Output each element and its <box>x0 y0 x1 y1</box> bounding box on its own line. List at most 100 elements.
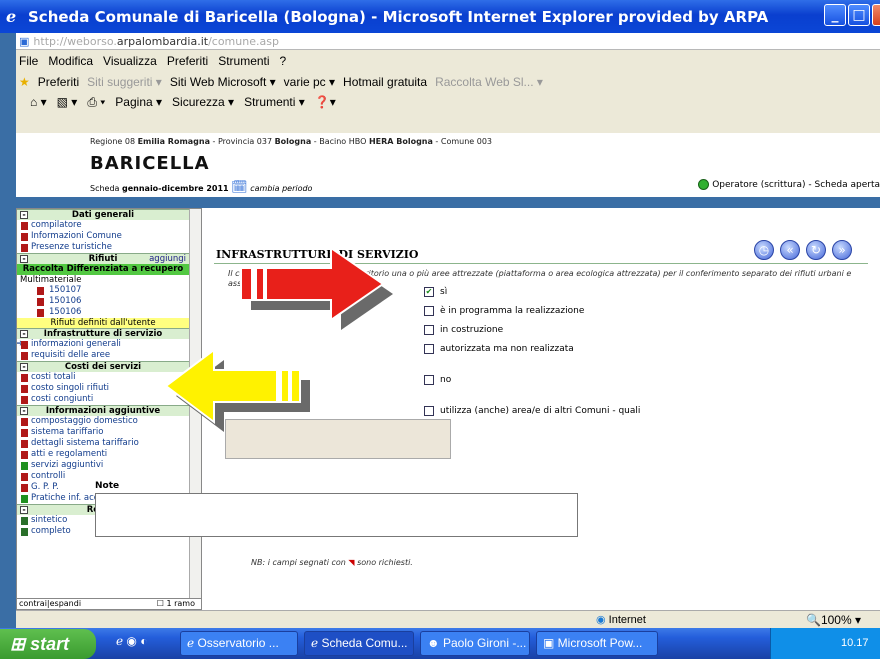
collapse-icon[interactable]: - <box>20 363 28 371</box>
breadcrumb-region: Emilia Romagna <box>137 137 210 146</box>
task-paolo-gironi[interactable]: ☻ Paolo Gironi -... <box>420 631 530 656</box>
security-menu[interactable]: Sicurezza ▾ <box>172 95 234 109</box>
internet-zone: ◉ Internet <box>596 613 646 626</box>
status-red-icon <box>37 309 44 317</box>
maximize-button[interactable]: □ <box>848 4 870 26</box>
sidebar-user-defined[interactable]: Rifiuti definiti dall'utente <box>17 318 189 328</box>
one-branch-toggle[interactable]: ☐ 1 ramo <box>157 599 195 609</box>
add-link[interactable]: aggiungi <box>149 254 186 264</box>
print-icon[interactable]: ⎙ ▾ <box>87 95 105 110</box>
checkbox-checked[interactable]: ✔ <box>424 287 434 297</box>
zoom-control[interactable]: 🔍100% ▾ <box>806 613 861 627</box>
sidebar-item-presenze-turistiche[interactable]: Presenze turistiche <box>17 242 189 253</box>
breadcrumb-region-label: Regione 08 <box>90 137 138 146</box>
status-red-icon <box>21 244 28 252</box>
checkbox[interactable] <box>424 406 434 416</box>
globe-icon: ◉ <box>596 614 606 626</box>
tools-menu[interactable]: Strumenti ▾ <box>244 95 305 109</box>
task-label: Paolo Gironi -... <box>442 636 527 650</box>
help-icon[interactable]: ❓▾ <box>315 95 336 109</box>
option-in-programma[interactable]: è in programma la realizzazione <box>424 306 584 316</box>
refresh-nav-icon[interactable]: ↻ <box>806 240 826 260</box>
status-red-icon <box>21 396 28 404</box>
menu-preferiti[interactable]: Preferiti <box>167 54 208 68</box>
sidebar-item-code[interactable]: 150106 <box>17 296 189 307</box>
collapse-icon[interactable]: - <box>20 407 28 415</box>
option-no[interactable]: no <box>424 375 451 385</box>
checkbox[interactable] <box>424 344 434 354</box>
fav-raccolta-web[interactable]: Raccolta Web Sl... ▾ <box>435 75 543 89</box>
minimize-button[interactable]: _ <box>824 4 846 26</box>
task-powerpoint[interactable]: ▣ Microsoft Pow... <box>536 631 658 656</box>
item-label: 150107 <box>49 285 82 295</box>
menu-visualizza[interactable]: Visualizza <box>103 54 157 68</box>
home-icon[interactable]: ⌂ ▾ <box>30 95 47 109</box>
collapse-icon[interactable]: - <box>20 330 28 338</box>
window-titlebar[interactable]: e Scheda Comunale di Baricella (Bologna)… <box>0 0 880 33</box>
menu-help[interactable]: ? <box>280 54 287 68</box>
status-red-icon <box>21 418 28 426</box>
menu-bar: File Modifica Visualizza Preferiti Strum… <box>16 50 880 71</box>
option-altri-comuni[interactable]: utilizza (anche) area/e di altri Comuni … <box>424 406 640 416</box>
sidebar-section-infrastrutture[interactable]: - Infrastrutture di servizio <box>17 328 189 339</box>
section-label: Costi dei servizi <box>64 362 142 372</box>
sidebar-item-code[interactable]: 150107 <box>17 285 189 296</box>
change-period-link[interactable]: cambia periodo <box>250 184 312 193</box>
sidebar-item-compilatore[interactable]: compilatore <box>17 220 189 231</box>
status-red-icon <box>21 222 28 230</box>
sidebar-item-servizi-aggiuntivi[interactable]: servizi aggiuntivi <box>17 460 189 471</box>
sidebar-item-atti-regolamenti[interactable]: atti e regolamenti <box>17 449 189 460</box>
scheda-period: Scheda gennaio-dicembre 2011 🗓 cambia pe… <box>90 180 312 195</box>
menu-file[interactable]: File <box>19 54 38 68</box>
fav-siti-suggeriti[interactable]: Siti suggeriti ▾ <box>87 75 162 89</box>
feeds-icon[interactable]: ▧ ▾ <box>57 95 78 109</box>
option-autorizzata[interactable]: autorizzata ma non realizzata <box>424 344 574 354</box>
sidebar-item-code[interactable]: 150106 <box>17 307 189 318</box>
item-label: costo singoli rifiuti <box>31 383 110 393</box>
page-title: BARICELLA <box>90 153 210 174</box>
checkbox[interactable] <box>424 306 434 316</box>
sidebar-item-informazioni-comune[interactable]: Informazioni Comune <box>17 231 189 242</box>
forward-nav-icon[interactable]: » <box>832 240 852 260</box>
checkbox[interactable] <box>424 375 434 385</box>
option-in-costruzione[interactable]: in costruzione <box>424 325 503 335</box>
start-button[interactable]: ⊞ start <box>0 629 96 659</box>
sidebar-section-dati-generali[interactable]: - Dati generali <box>17 209 189 220</box>
clock: 10.17 <box>841 637 869 649</box>
page-menu[interactable]: Pagina ▾ <box>115 95 162 109</box>
item-label: Presenze turistiche <box>31 242 112 252</box>
option-si[interactable]: ✔ sì <box>424 287 447 297</box>
status-red-icon <box>21 451 28 459</box>
sidebar-section-rifiuti[interactable]: - Rifiuti aggiungi <box>17 253 189 264</box>
option-label: in costruzione <box>440 325 504 335</box>
menu-strumenti[interactable]: Strumenti <box>218 54 269 68</box>
calendar-icon[interactable]: 🗓 <box>231 180 248 195</box>
note-textarea[interactable] <box>95 493 578 537</box>
fav-varie-pc[interactable]: varie pc ▾ <box>284 75 335 89</box>
sidebar-multimateriale: Multimateriale <box>20 275 82 285</box>
checkbox[interactable] <box>424 325 434 335</box>
back-nav-icon[interactable]: « <box>780 240 800 260</box>
fav-hotmail[interactable]: Hotmail gratuita <box>343 75 427 89</box>
collapse-icon[interactable]: - <box>20 506 28 514</box>
sidebar-raccolta-differenziata[interactable]: Raccolta Differenziata a recupero <box>17 264 189 275</box>
collapse-icon[interactable]: - <box>20 211 28 219</box>
yellow-arrow-icon <box>164 348 310 432</box>
task-scheda[interactable]: ℯ Scheda Comu... <box>304 631 414 656</box>
close-button[interactable] <box>872 4 880 26</box>
task-label: Scheda Comu... <box>321 636 408 650</box>
sidebar-item-dettagli-tariffario[interactable]: dettagli sistema tariffario <box>17 438 189 449</box>
favorites-button[interactable]: Preferiti <box>38 75 79 89</box>
menu-modifica[interactable]: Modifica <box>48 54 93 68</box>
quick-launch[interactable]: ℯ ◉ ◐ <box>116 634 148 648</box>
item-label: servizi aggiuntivi <box>31 460 104 470</box>
collapse-icon[interactable]: - <box>20 255 28 263</box>
fav-siti-web-microsoft[interactable]: Siti Web Microsoft ▾ <box>170 75 276 89</box>
address-bar[interactable]: ▣ http://weborso. arpalombardia.it/comune… <box>16 33 880 50</box>
clock-icon[interactable]: ◷ <box>754 240 774 260</box>
window-title: Scheda Comunale di Baricella (Bologna) -… <box>28 7 769 26</box>
task-label: Osservatorio ... <box>197 636 279 650</box>
task-osservatorio[interactable]: ℯ Osservatorio ... <box>180 631 298 656</box>
scheda-period-value: gennaio-dicembre 2011 <box>122 184 229 193</box>
collapse-expand-link[interactable]: contrai|espandi <box>19 599 81 608</box>
